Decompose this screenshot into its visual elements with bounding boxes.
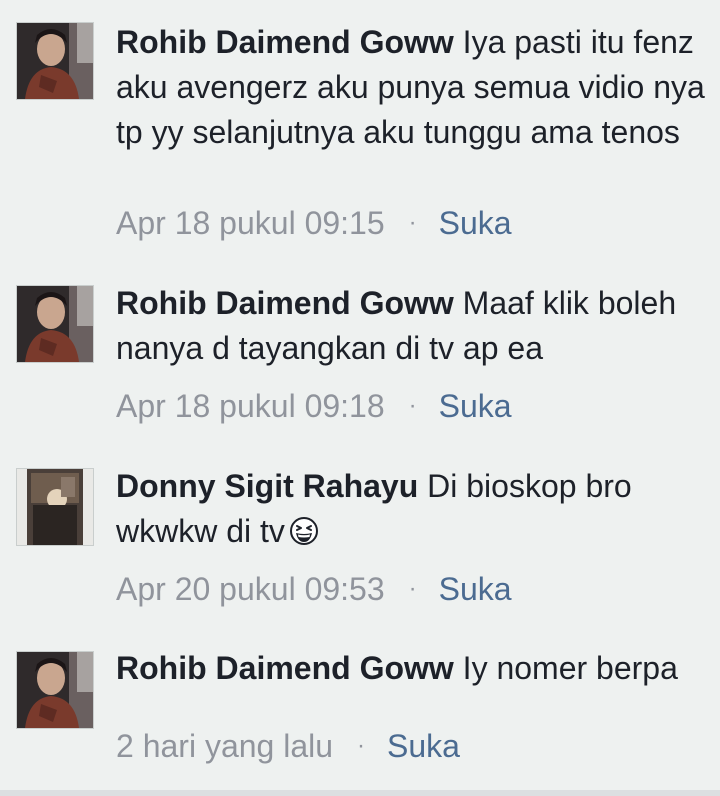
like-button[interactable]: Suka [387,728,460,764]
bottom-divider [0,790,720,796]
comment-author-link[interactable]: Rohib Daimend Goww [116,24,454,60]
comment-author-link[interactable]: Donny Sigit Rahayu [116,468,418,504]
comment-timestamp[interactable]: Apr 20 pukul 09:53 [116,571,385,607]
avatar[interactable] [16,651,94,729]
comment-timestamp[interactable]: Apr 18 pukul 09:15 [116,205,385,241]
comment-text: Iy nomer berpa [462,650,678,686]
comment-meta: 2 hari yang lalu · Suka [116,726,460,766]
avatar[interactable] [16,468,94,546]
comment-timestamp[interactable]: Apr 18 pukul 09:18 [116,388,385,424]
like-button[interactable]: Suka [439,388,512,424]
meta-separator: · [408,209,417,236]
avatar[interactable] [16,285,94,363]
like-button[interactable]: Suka [439,205,512,241]
comment-meta: Apr 20 pukul 09:53 · Suka [116,569,512,609]
comment-meta: Apr 18 pukul 09:15 · Suka [116,203,512,243]
like-button[interactable]: Suka [439,571,512,607]
comment-body: Rohib Daimend Goww Maaf klik boleh nanya… [116,281,712,371]
comment-timestamp[interactable]: 2 hari yang lalu [116,728,333,764]
comment-author-link[interactable]: Rohib Daimend Goww [116,650,454,686]
avatar[interactable] [16,22,94,100]
grinning-squinting-face-emoji [289,517,318,545]
comment-body: Donny Sigit Rahayu Di bioskop bro wkwkw … [116,464,712,554]
comment-author-link[interactable]: Rohib Daimend Goww [116,285,454,321]
comment-body: Rohib Daimend Goww Iy nomer berpa [116,646,712,691]
comment-body: Rohib Daimend Goww Iya pasti itu fenz ak… [116,20,712,155]
comment-meta: Apr 18 pukul 09:18 · Suka [116,386,512,426]
meta-separator: · [357,732,366,759]
meta-separator: · [408,575,417,602]
meta-separator: · [408,392,417,419]
